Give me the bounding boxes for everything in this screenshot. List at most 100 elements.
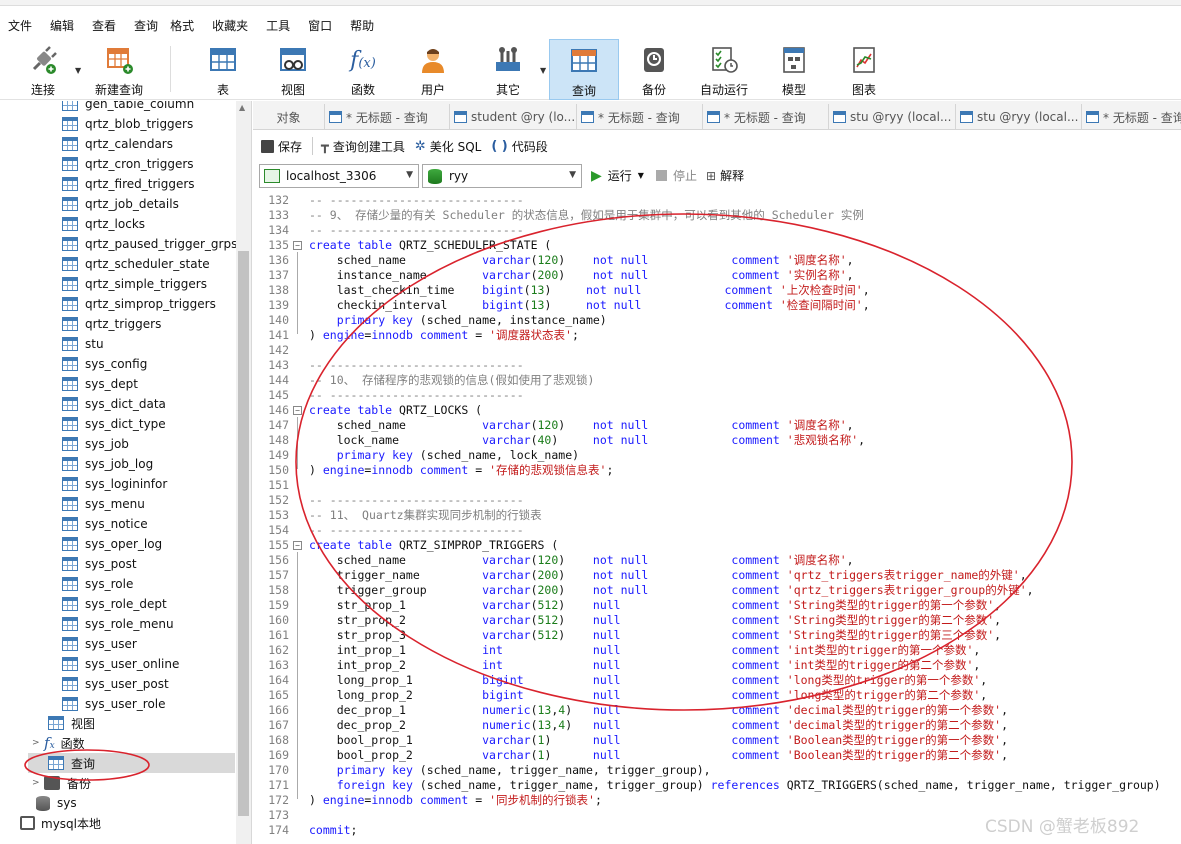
chevron-right-icon[interactable]: > [32,778,44,788]
tree-node-table[interactable]: sys_dict_data [62,394,166,414]
tree-node-table[interactable]: stu [62,334,104,354]
tab-untitled-4[interactable]: * 无标题 - 查询 [1082,104,1181,129]
fold-toggle-icon[interactable]: − [293,406,302,415]
tree-node-table[interactable]: qrtz_cron_triggers [62,154,194,174]
tree-node-table[interactable]: sys_menu [62,494,145,514]
tree-node-table[interactable]: qrtz_paused_trigger_grps [62,234,237,254]
tree-node-table[interactable]: sys_role_menu [62,614,174,634]
tree-node-table[interactable]: sys_job_log [62,454,153,474]
code-line[interactable]: 136 sched_name varchar(120) not null com… [253,253,1181,268]
code-line[interactable]: 144 -- 10、 存储程序的悲观锁的信息(假如使用了悲观锁) [253,373,1181,388]
tree-node-table[interactable]: qrtz_triggers [62,314,161,334]
scroll-up-icon[interactable]: ▲ [239,103,245,112]
tree-node-queries[interactable]: 查询 [28,753,235,773]
code-line[interactable]: 152 -- ---------------------------- [253,493,1181,508]
function-button[interactable]: f(x) 函数 [335,40,391,98]
menu-item-2[interactable]: 查看 [83,17,125,34]
tab-stu-1[interactable]: stu @ryy (local... [829,104,956,129]
code-line[interactable]: 162 int_prop_1 int null comment 'int类型的t… [253,643,1181,658]
database-select[interactable]: ryy ▼ [422,164,582,188]
code-line[interactable]: 169 bool_prop_2 varchar(1) null comment … [253,748,1181,763]
model-button[interactable]: 模型 [766,40,822,98]
tree-node-table[interactable]: sys_user_role [62,694,166,714]
run-button[interactable]: ▶ 运行 ▼ [591,167,644,184]
tab-stu-2[interactable]: stu @ryy (local... [956,104,1082,129]
code-line[interactable]: 149 primary key (sched_name, lock_name) [253,448,1181,463]
code-line[interactable]: 155− create table QRTZ_SIMPROP_TRIGGERS ( [253,538,1181,553]
code-line[interactable]: 143 -- ---------------------------- [253,358,1181,373]
tree-node-db-sys[interactable]: sys [36,793,77,813]
tree-node-views[interactable]: 视图 [48,713,95,733]
code-line[interactable]: 171 foreign key (sched_name, trigger_nam… [253,778,1181,793]
code-line[interactable]: 156 sched_name varchar(120) not null com… [253,553,1181,568]
user-button[interactable]: 用户 [405,40,461,98]
scrollbar-thumb[interactable] [238,251,249,816]
code-line[interactable]: 164 long_prop_1 bigint null comment 'lon… [253,673,1181,688]
tree-node-backup[interactable]: > 备份 [32,773,91,793]
connect-dropdown-icon[interactable]: ▼ [75,66,81,75]
code-line[interactable]: 150) engine=innodb comment = '存储的悲观锁信息表'… [253,463,1181,478]
menu-item-1[interactable]: 编辑 [41,17,83,34]
tree-node-table[interactable]: qrtz_simprop_triggers [62,294,216,314]
code-line[interactable]: 135− create table QRTZ_SCHEDULER_STATE ( [253,238,1181,253]
code-line[interactable]: 157 trigger_name varchar(200) not null c… [253,568,1181,583]
query-builder-button[interactable]: ┳ 查询创建工具 [321,138,405,155]
code-line[interactable]: 140 primary key (sched_name, instance_na… [253,313,1181,328]
tree-node-functions[interactable]: > fx 函数 [32,733,85,753]
code-line[interactable]: 145 -- ---------------------------- [253,388,1181,403]
code-line[interactable]: 165 long_prop_2 bigint null comment 'lon… [253,688,1181,703]
menu-item-0[interactable]: 文件 [0,17,41,34]
sql-editor[interactable]: 132 -- ---------------------------- 133 -- … [253,192,1181,844]
sidebar-scrollbar[interactable]: ▲ [236,101,251,844]
tree-node-table[interactable]: qrtz_scheduler_state [62,254,210,274]
code-line[interactable]: 133 -- 9、 存储少量的有关 Scheduler 的状态信息，假如是用于集群… [253,208,1181,223]
new-query-button[interactable]: 新建查询 [90,40,148,98]
query-button[interactable]: 查询 [549,39,619,100]
view-button[interactable]: 视图 [265,40,321,98]
code-line[interactable]: 138 last_checkin_time bigint(13) not nul… [253,283,1181,298]
backup-button[interactable]: 备份 [626,40,682,98]
code-line[interactable]: 134 -- ---------------------------- [253,223,1181,238]
fold-toggle-icon[interactable]: − [293,241,302,250]
code-line[interactable]: 161 str_prop_3 varchar(512) null comment… [253,628,1181,643]
tree-node-table[interactable]: qrtz_blob_triggers [62,114,193,134]
tab-objects[interactable]: 对象 [253,104,325,129]
menu-item-3[interactable]: 查询 [125,17,167,34]
tree-node-table[interactable]: sys_user [62,634,137,654]
other-button[interactable]: 其它 [478,40,538,98]
tree-node-table[interactable]: qrtz_job_details [62,194,179,214]
run-dropdown-icon[interactable]: ▼ [638,171,644,180]
tree-node-table[interactable]: sys_post [62,554,137,574]
tab-untitled-3[interactable]: * 无标题 - 查询 [703,104,829,129]
connection-select[interactable]: localhost_3306 ▼ [259,164,419,188]
code-line[interactable]: 148 lock_name varchar(40) not null comme… [253,433,1181,448]
save-button[interactable]: 保存 [261,138,302,155]
beautify-sql-button[interactable]: ✲ 美化 SQL [415,138,481,155]
tab-student[interactable]: student @ry (lo... [450,104,577,129]
code-line[interactable]: 141) engine=innodb comment = '调度器状态表'; [253,328,1181,343]
code-line[interactable]: 139 checkin_interval bigint(13) not null… [253,298,1181,313]
tree-node-table[interactable]: qrtz_fired_triggers [62,174,195,194]
code-line[interactable]: 159 str_prop_1 varchar(512) null comment… [253,598,1181,613]
tab-untitled-1[interactable]: * 无标题 - 查询 [325,104,450,129]
other-dropdown-icon[interactable]: ▼ [540,66,546,75]
tree-node-table[interactable]: qrtz_simple_triggers [62,274,207,294]
code-line[interactable]: 142 [253,343,1181,358]
code-line[interactable]: 166 dec_prop_1 numeric(13,4) null commen… [253,703,1181,718]
explain-button[interactable]: ⊞ 解释 [706,167,744,184]
tree-node-table[interactable]: sys_user_post [62,674,169,694]
code-line[interactable]: 160 str_prop_2 varchar(512) null comment… [253,613,1181,628]
code-line[interactable]: 154 -- ---------------------------- [253,523,1181,538]
tree-node-table[interactable]: qrtz_locks [62,214,145,234]
stop-button[interactable]: 停止 [656,167,697,184]
code-line[interactable]: 172) engine=innodb comment = '同步机制的行锁表'; [253,793,1181,808]
tree-node-table[interactable]: qrtz_calendars [62,134,173,154]
tree-node-table[interactable]: sys_job [62,434,129,454]
code-line[interactable]: 151 [253,478,1181,493]
tree-node-table[interactable]: sys_dict_type [62,414,166,434]
tree-node-table[interactable]: sys_config [62,354,147,374]
connect-button[interactable]: 连接 [14,40,72,98]
code-snippet-button[interactable]: ( ) 代码段 [491,138,547,155]
code-line[interactable]: 168 bool_prop_1 varchar(1) null comment … [253,733,1181,748]
code-line[interactable]: 132 -- ---------------------------- [253,193,1181,208]
